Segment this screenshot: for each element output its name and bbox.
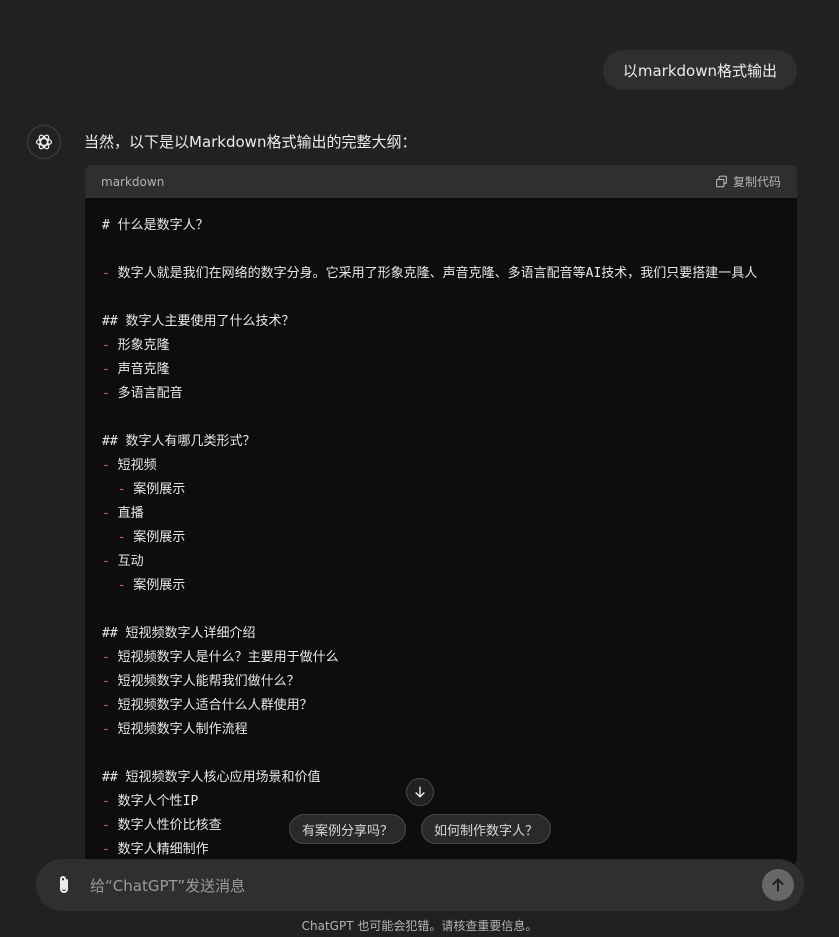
footer-disclaimer: ChatGPT 也可能会犯错。请核查重要信息。 [301,919,538,933]
message-input[interactable] [88,859,742,913]
code-text: 数字人性价比核查 [109,818,222,833]
paperclip-icon[interactable] [52,873,76,897]
list-marker: - [102,266,110,281]
suggestion-chip[interactable]: 如何制作数字人？ [421,814,552,844]
code-text: 短视频数字人能帮我们做什么？ [109,674,300,689]
code-line: - 互动 [102,550,797,574]
code-line: - 形象克隆 [102,334,797,358]
code-content: # 什么是数字人？ - 数字人就是我们在网络的数字分身。它采用了形象克隆、声音克隆… [85,198,797,862]
code-text: 声音克隆 [109,362,170,377]
code-line: - 短视频数字人能帮我们做什么？ [102,670,797,694]
list-marker: - [102,458,110,473]
code-block: markdown 复制代码 # 什么是数字人？ - 数字人就是我们在网络的数字分身… [85,165,797,865]
code-line: - 多语言配音 [102,382,797,406]
code-text: 多语言配音 [109,386,183,401]
code-text: 短视频数字人适合什么人群使用？ [109,698,313,713]
code-text: 形象克隆 [109,338,170,353]
code-text: 短视频 [109,458,157,473]
code-line: - 案例展示 [102,574,797,598]
copy-code-label: 复制代码 [732,175,781,189]
message-composer [36,859,804,913]
code-header: markdown 复制代码 [85,165,797,198]
code-line: ## 数字人主要使用了什么技术？ [102,310,797,334]
code-line: - 短视频数字人适合什么人群使用？ [102,694,797,718]
list-marker: - [102,362,110,377]
code-text: # 什么是数字人？ [102,218,209,233]
code-line: - 数字人就是我们在网络的数字分身。它采用了形象克隆、声音克隆、多语言配音等AI… [102,262,797,286]
code-text: 互动 [109,554,144,569]
code-text: 案例展示 [125,578,186,593]
code-text: 直播 [109,506,144,521]
user-message-bubble: 以markdown格式输出 [602,50,797,90]
code-line: - 直播 [102,502,797,526]
user-message-text: 以markdown格式输出 [622,61,777,80]
list-marker: - [102,506,110,521]
arrow-down-icon [415,786,425,798]
arrow-up-icon [772,878,784,892]
code-line: # 什么是数字人？ [102,214,797,238]
code-text: ## 短视频数字人详细介绍 [102,626,256,641]
code-language-label: markdown [101,174,165,189]
code-text: 短视频数字人制作流程 [109,722,248,737]
list-marker: - [102,818,110,833]
code-text: 短视频数字人是什么？主要用于做什么 [109,650,339,665]
list-marker: - [102,386,110,401]
list-marker: - [102,722,110,737]
code-line: ## 数字人有哪几类形式？ [102,430,797,454]
list-marker: - [102,794,110,809]
copy-code-button[interactable]: 复制代码 [715,173,781,190]
assistant-intro-text: 当然，以下是以Markdown格式输出的完整大纲： [84,133,417,151]
code-line: - 短视频数字人制作流程 [102,718,797,742]
list-marker: - [102,698,110,713]
copy-icon [716,175,727,188]
code-text: 数字人就是我们在网络的数字分身。它采用了形象克隆、声音克隆、多语言配音等AI技术… [109,266,758,281]
code-text: 数字人个性IP [109,794,199,809]
suggestion-chip[interactable]: 有案例分享吗？ [289,814,407,844]
code-line: ## 短视频数字人核心应用场景和价值 [102,766,797,790]
code-line: ## 短视频数字人详细介绍 [102,622,797,646]
list-marker: - [102,554,110,569]
code-line: - 短视频 [102,454,797,478]
code-line: - 短视频数字人是什么？主要用于做什么 [102,646,797,670]
scroll-to-bottom-button[interactable] [406,778,434,806]
list-marker: - [102,338,110,353]
code-text: 案例展示 [125,482,186,497]
code-line: - 案例展示 [102,478,797,502]
code-text: 案例展示 [125,530,186,545]
list-marker: - [102,842,110,857]
code-line: - 声音克隆 [102,358,797,382]
list-marker: - [102,650,110,665]
send-button[interactable] [762,869,794,901]
code-text: ## 数字人有哪几类形式？ [102,434,256,449]
openai-logo-icon [27,125,61,159]
code-text: ## 数字人主要使用了什么技术？ [102,314,295,329]
list-marker: - [102,674,110,689]
code-line: - 案例展示 [102,526,797,550]
code-text: ## 短视频数字人核心应用场景和价值 [102,770,321,785]
code-text: 数字人精细制作 [109,842,209,857]
code-line: - 数字人个性IP [102,790,797,814]
